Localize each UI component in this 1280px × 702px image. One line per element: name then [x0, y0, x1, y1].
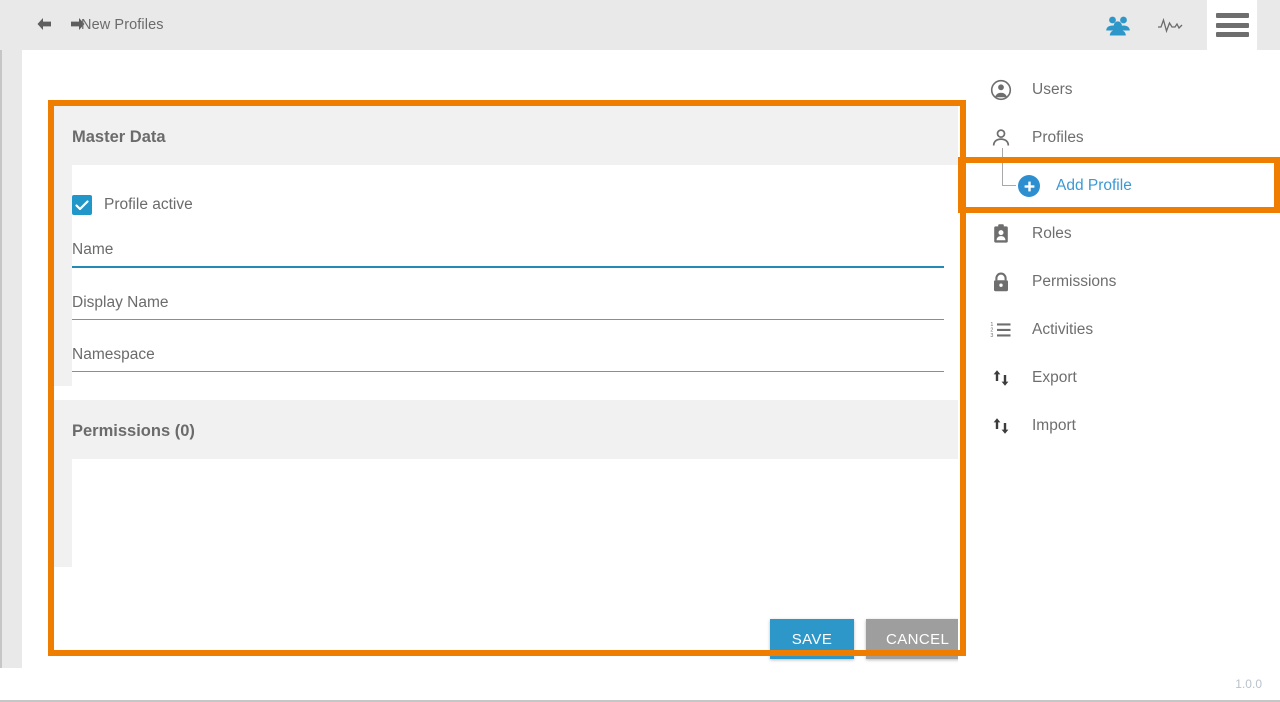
- sidebar-item-label: Import: [1032, 417, 1076, 435]
- sidebar-item-profiles[interactable]: Profiles: [958, 114, 1280, 162]
- sidebar-item-label: Permissions: [1032, 273, 1116, 291]
- master-data-card: Master Data Profile active Name: [54, 106, 960, 386]
- permissions-title: Permissions (0): [54, 400, 960, 459]
- form-actions: SAVE CANCEL: [770, 619, 969, 659]
- lock-icon: [990, 271, 1012, 293]
- left-gutter: [0, 50, 22, 668]
- badge-person-icon: [990, 223, 1012, 245]
- namespace-field-label: Namespace: [72, 346, 944, 371]
- sidebar-item-users[interactable]: Users: [958, 66, 1280, 114]
- name-field-underline: [72, 266, 944, 268]
- name-field-label: Name: [72, 241, 944, 266]
- display-name-field-underline: [72, 319, 944, 320]
- user-circle-icon: [990, 79, 1012, 101]
- permissions-card: Permissions (0): [54, 400, 960, 567]
- sidebar-item-label: Roles: [1032, 225, 1072, 243]
- breadcrumb: New Profiles: [81, 17, 164, 33]
- permissions-body: [72, 459, 960, 567]
- sidebar-item-add-profile[interactable]: Add Profile: [958, 162, 1280, 210]
- numbered-list-icon: 1 2 3: [990, 319, 1012, 341]
- sidebar-item-label: Activities: [1032, 321, 1093, 339]
- sidebar-item-roles[interactable]: Roles: [958, 210, 1280, 258]
- up-down-arrows-icon: [990, 367, 1012, 389]
- top-bar: New Profiles: [0, 0, 1280, 50]
- sidebar-item-label: Add Profile: [1056, 177, 1132, 195]
- card-separator: [54, 386, 960, 400]
- namespace-field-underline: [72, 371, 944, 372]
- plus-circle-icon: [1018, 175, 1040, 197]
- activity-pulse-icon[interactable]: [1155, 10, 1185, 40]
- sidebar-item-label: Users: [1032, 81, 1072, 99]
- sidebar-item-permissions[interactable]: Permissions: [958, 258, 1280, 306]
- sidebar-item-label: Profiles: [1032, 129, 1084, 147]
- sidebar-item-export[interactable]: Export: [958, 354, 1280, 402]
- master-data-body: Profile active Name Display Name Namespa…: [72, 165, 960, 386]
- name-field[interactable]: Name: [72, 241, 944, 268]
- cancel-button[interactable]: CANCEL: [866, 619, 969, 659]
- profile-active-checkbox[interactable]: [72, 195, 92, 215]
- namespace-field[interactable]: Namespace: [72, 346, 944, 372]
- sidebar-item-label: Export: [1032, 369, 1077, 387]
- arrow-left-icon[interactable]: [34, 14, 54, 34]
- main-content-area: Master Data Profile active Name: [22, 50, 958, 668]
- display-name-field-label: Display Name: [72, 294, 944, 319]
- group-users-icon[interactable]: [1103, 10, 1133, 40]
- master-data-title: Master Data: [54, 106, 960, 165]
- version-label: 1.0.0: [1235, 677, 1262, 691]
- svg-text:3: 3: [990, 333, 993, 339]
- navigation-arrows: [34, 14, 88, 34]
- form-scroll-container: Master Data Profile active Name: [54, 106, 960, 650]
- profile-active-label: Profile active: [104, 196, 193, 214]
- save-button[interactable]: SAVE: [770, 619, 854, 659]
- topbar-icon-group: [1103, 10, 1185, 40]
- application-window: New Profiles: [0, 0, 1280, 702]
- up-down-arrows-icon: [990, 415, 1012, 437]
- person-icon: [990, 127, 1012, 149]
- display-name-field[interactable]: Display Name: [72, 294, 944, 320]
- sidebar-item-activities[interactable]: 1 2 3 Activities: [958, 306, 1280, 354]
- navigation-sidebar: Users Profiles Add Profile: [958, 50, 1280, 702]
- hamburger-menu-icon[interactable]: [1216, 13, 1249, 37]
- profile-active-checkbox-row[interactable]: Profile active: [72, 187, 960, 215]
- sidebar-item-import[interactable]: Import: [958, 402, 1280, 450]
